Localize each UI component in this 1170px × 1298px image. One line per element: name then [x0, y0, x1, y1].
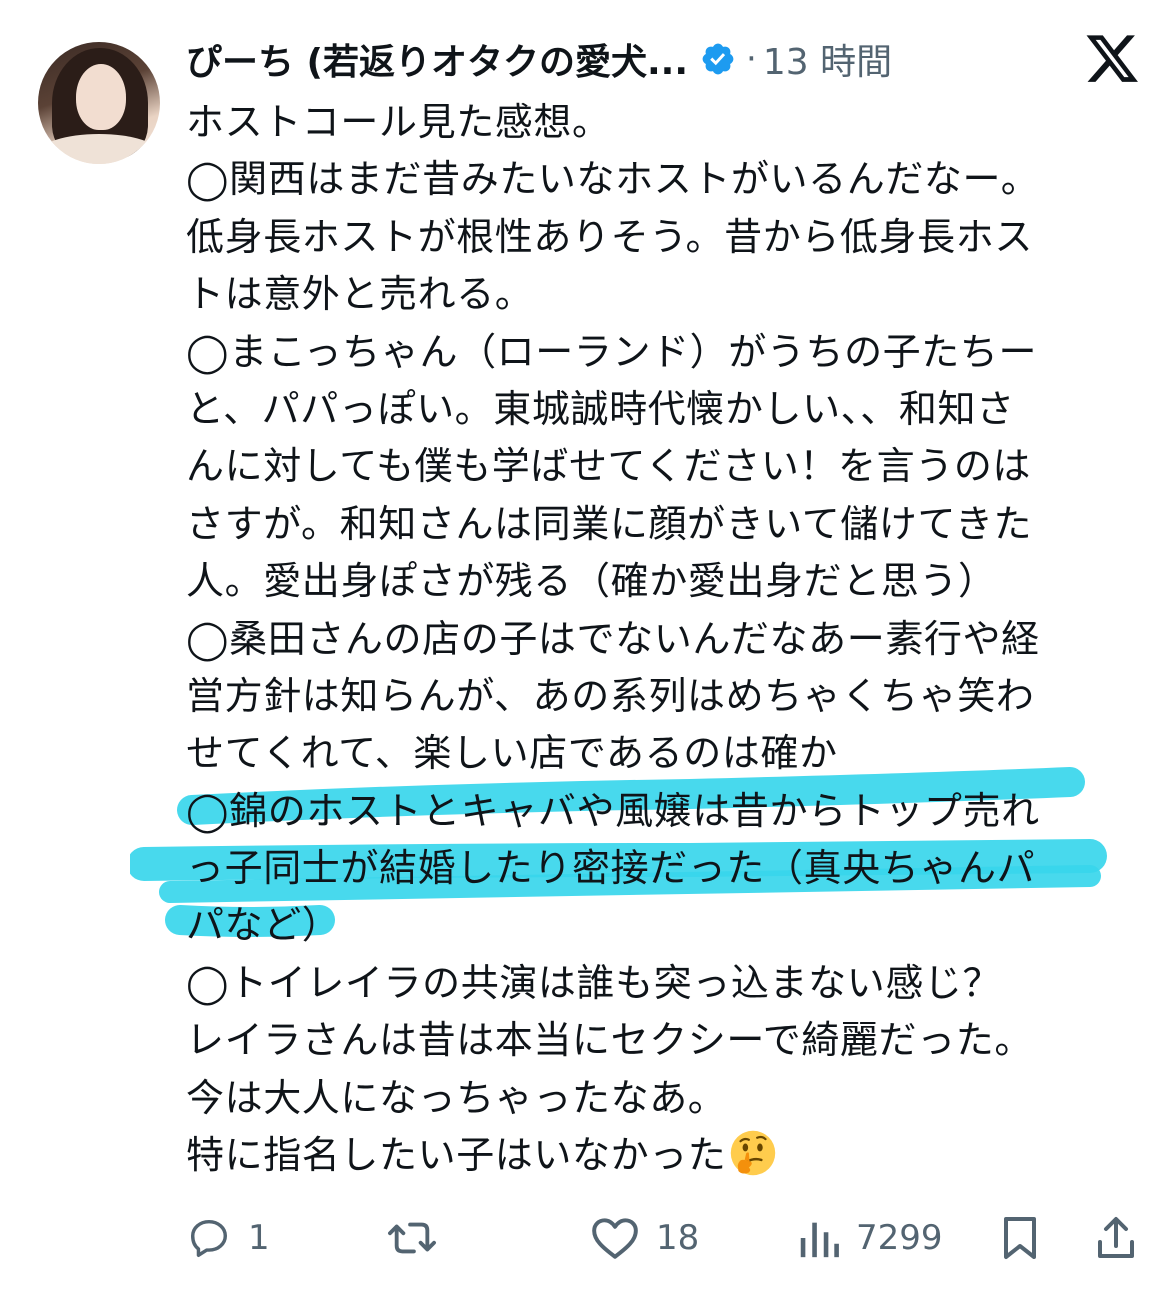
- post-body: ホストコール見た感想。 ◯関西はまだ昔みたいなホストがいるんだなー。 低身長ホス…: [186, 94, 1126, 1184]
- post-body-line: せてくれて、楽しい店であるのは確か: [186, 731, 838, 776]
- bookmark-icon: [1004, 1217, 1036, 1259]
- post-body-line: ホストコール見た感想。: [186, 100, 611, 144]
- reply-icon: [190, 1219, 228, 1257]
- post-body-line: 人。愛出身ぽさが残る（確か愛出身だと思う）: [186, 559, 997, 604]
- x-logo-icon[interactable]: [1086, 34, 1140, 84]
- post-body-line: ◯錦のホストとキャバや風嬢は昔からトップ売れ: [186, 788, 1040, 833]
- post-body-line: 特に指名したい子はいなかった: [186, 1133, 727, 1178]
- like-button[interactable]: 18: [590, 1206, 699, 1270]
- reply-button[interactable]: 1: [186, 1206, 270, 1270]
- share-icon: [1098, 1217, 1134, 1258]
- post-body-line: 営方針は知らんが、あの系列はめちゃくちゃ笑わ: [186, 673, 1035, 718]
- post-time[interactable]: 13 時間: [763, 33, 892, 85]
- thinking-face-emoji: [731, 1130, 776, 1176]
- post-body-line: トは意外と売れる。: [186, 272, 534, 317]
- views-chart-icon: [800, 1222, 839, 1258]
- post-body-line: さすが。和知さんは同業に顔がきいて儲けてきた: [186, 501, 1033, 546]
- post-body-line: ◯桑田さんの店の子はでないんだなあー素行や経: [186, 616, 1040, 661]
- time-separator: ·: [746, 39, 757, 79]
- post-body-line: レイラさんは昔は本当にセクシーで綺麗だった。: [186, 1018, 1033, 1063]
- reply-count: 1: [248, 1218, 270, 1258]
- post-header: ぴーち (若返りオタクの愛犬... · 13 時間: [186, 28, 892, 90]
- avatar[interactable]: [38, 42, 160, 164]
- post-body-line: と、パパっぽい。東城誠時代懐かしい、、和知さ: [186, 386, 1015, 431]
- bookmark-button[interactable]: [998, 1206, 1042, 1270]
- author-name[interactable]: ぴーち (若返りオタクの愛犬...: [186, 33, 688, 85]
- repost-button[interactable]: [384, 1206, 456, 1270]
- verified-badge-icon: [702, 43, 734, 75]
- avatar-face: [76, 64, 126, 130]
- post-body-line: パなど）: [186, 903, 341, 948]
- post-body-line-last: 特に指名したい子はいなかった: [186, 1127, 1126, 1184]
- like-count: 18: [656, 1218, 700, 1258]
- heart-icon: [592, 1218, 638, 1259]
- post-body-line: ◯関西はまだ昔みたいなホストがいるんだなー。: [186, 157, 1040, 202]
- post-body-line: 今は大人になっちゃったなあ。: [186, 1075, 727, 1120]
- views-button[interactable]: 7299: [796, 1206, 943, 1270]
- post-body-line: んに対しても僕も学ばせてください！を言うのは: [186, 444, 1032, 489]
- post-actions: 1 18 7299: [186, 1206, 1146, 1270]
- post-body-line: ◯トイレイラの共演は誰も突っ込まない感じ？: [186, 960, 1002, 1005]
- post-body-line: っ子同士が結婚したり密接だった（真央ちゃんパ: [186, 846, 1036, 891]
- post-body-line: ◯まこっちゃん（ローランド）がうちの子たちー: [186, 329, 1038, 374]
- repost-icon: [388, 1222, 436, 1254]
- share-button[interactable]: [1094, 1206, 1138, 1270]
- view-count: 7299: [856, 1218, 943, 1258]
- post-body-line: 低身長ホストが根性ありそう。昔から低身長ホス: [186, 214, 1033, 259]
